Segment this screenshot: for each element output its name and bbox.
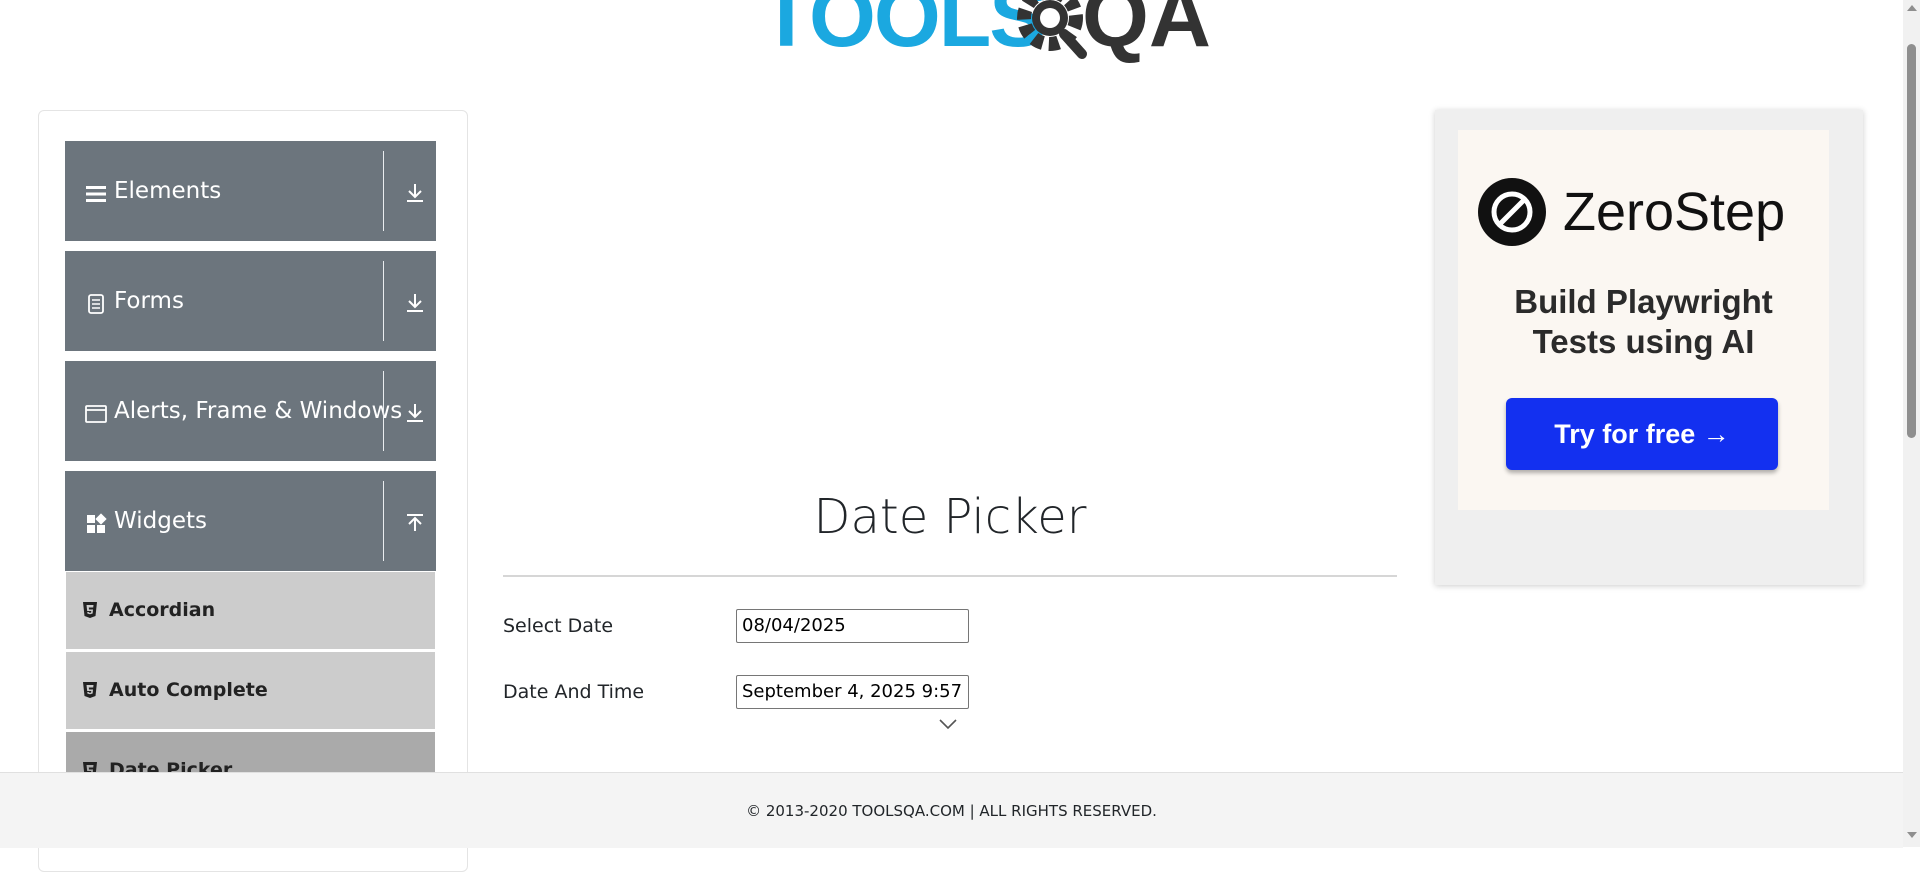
sidebar-item-label: Auto Complete: [109, 679, 268, 701]
sidebar-item-auto-complete[interactable]: Auto Complete: [66, 652, 435, 731]
download-icon[interactable]: [403, 401, 427, 425]
divider: [503, 575, 1397, 577]
date-and-time-input[interactable]: September 4, 2025 9:57 PM: [736, 675, 969, 709]
footer-copyright: © 2013-2020 TOOLSQA.COM | ALL RIGHTS RES…: [746, 802, 1157, 820]
footer: © 2013-2020 TOOLSQA.COM | ALL RIGHTS RES…: [0, 772, 1903, 848]
scrollbar-thumb[interactable]: [1907, 44, 1916, 438]
select-date-value: 08/04/2025: [742, 615, 846, 636]
page-title: Date Picker: [813, 489, 1087, 545]
ad-headline-line2: Tests using AI: [1532, 323, 1755, 360]
sidebar-group-label: Forms: [114, 288, 184, 314]
sidebar-group-elements[interactable]: Elements: [65, 141, 436, 241]
sidebar-group-label: Widgets: [114, 508, 207, 534]
document-icon: [88, 294, 104, 314]
date-and-time-value: September 4, 2025 9:57 PM: [742, 681, 969, 702]
ad-headline-line1: Build Playwright: [1514, 283, 1773, 320]
download-icon[interactable]: [403, 291, 427, 315]
sidebar-group-forms[interactable]: Forms: [65, 251, 436, 351]
html5-icon: [83, 602, 97, 618]
select-date-label: Select Date: [503, 615, 614, 637]
download-icon[interactable]: [403, 181, 427, 205]
scroll-up-icon[interactable]: [1907, 5, 1917, 11]
date-and-time-label: Date And Time: [503, 681, 645, 703]
divider: [383, 481, 384, 561]
html5-icon: [83, 682, 97, 698]
upload-icon[interactable]: [403, 511, 427, 535]
divider: [383, 151, 384, 231]
advertisement-banner[interactable]: ZeroStep Build Playwright Tests using AI…: [1435, 110, 1863, 585]
chevron-down-icon[interactable]: [938, 718, 958, 730]
hamburger-icon: [86, 186, 106, 202]
sidebar: Elements Forms Alerts, Frame & Windows W…: [38, 110, 468, 872]
try-for-free-button[interactable]: Try for free →: [1506, 398, 1778, 470]
zerostep-logo-icon: [1478, 178, 1546, 246]
vertical-scrollbar[interactable]: [1903, 0, 1920, 847]
ad-brand-name: ZeroStep: [1563, 182, 1786, 242]
sidebar-group-widgets[interactable]: Widgets: [65, 471, 436, 571]
scroll-down-icon[interactable]: [1907, 832, 1917, 838]
widgets-icon: [87, 513, 107, 533]
sidebar-item-label: Accordian: [109, 599, 216, 621]
sidebar-group-label: Elements: [114, 178, 222, 204]
sidebar-group-label: Alerts, Frame & Windows: [114, 398, 403, 424]
window-icon: [85, 405, 107, 423]
toolsqa-logo[interactable]: TOOLS QA: [760, 0, 1211, 70]
logo-text-tools: TOOLS: [760, 0, 1047, 65]
logo-text-qa: QA: [1082, 0, 1211, 65]
ad-card: ZeroStep Build Playwright Tests using AI…: [1458, 130, 1829, 510]
ad-headline: Build Playwright Tests using AI: [1458, 282, 1829, 362]
divider: [383, 261, 384, 341]
sidebar-group-alerts-frame-windows[interactable]: Alerts, Frame & Windows: [65, 361, 436, 461]
select-date-input[interactable]: 08/04/2025: [736, 609, 969, 643]
divider: [383, 371, 384, 451]
sidebar-item-accordian[interactable]: Accordian: [66, 572, 435, 651]
